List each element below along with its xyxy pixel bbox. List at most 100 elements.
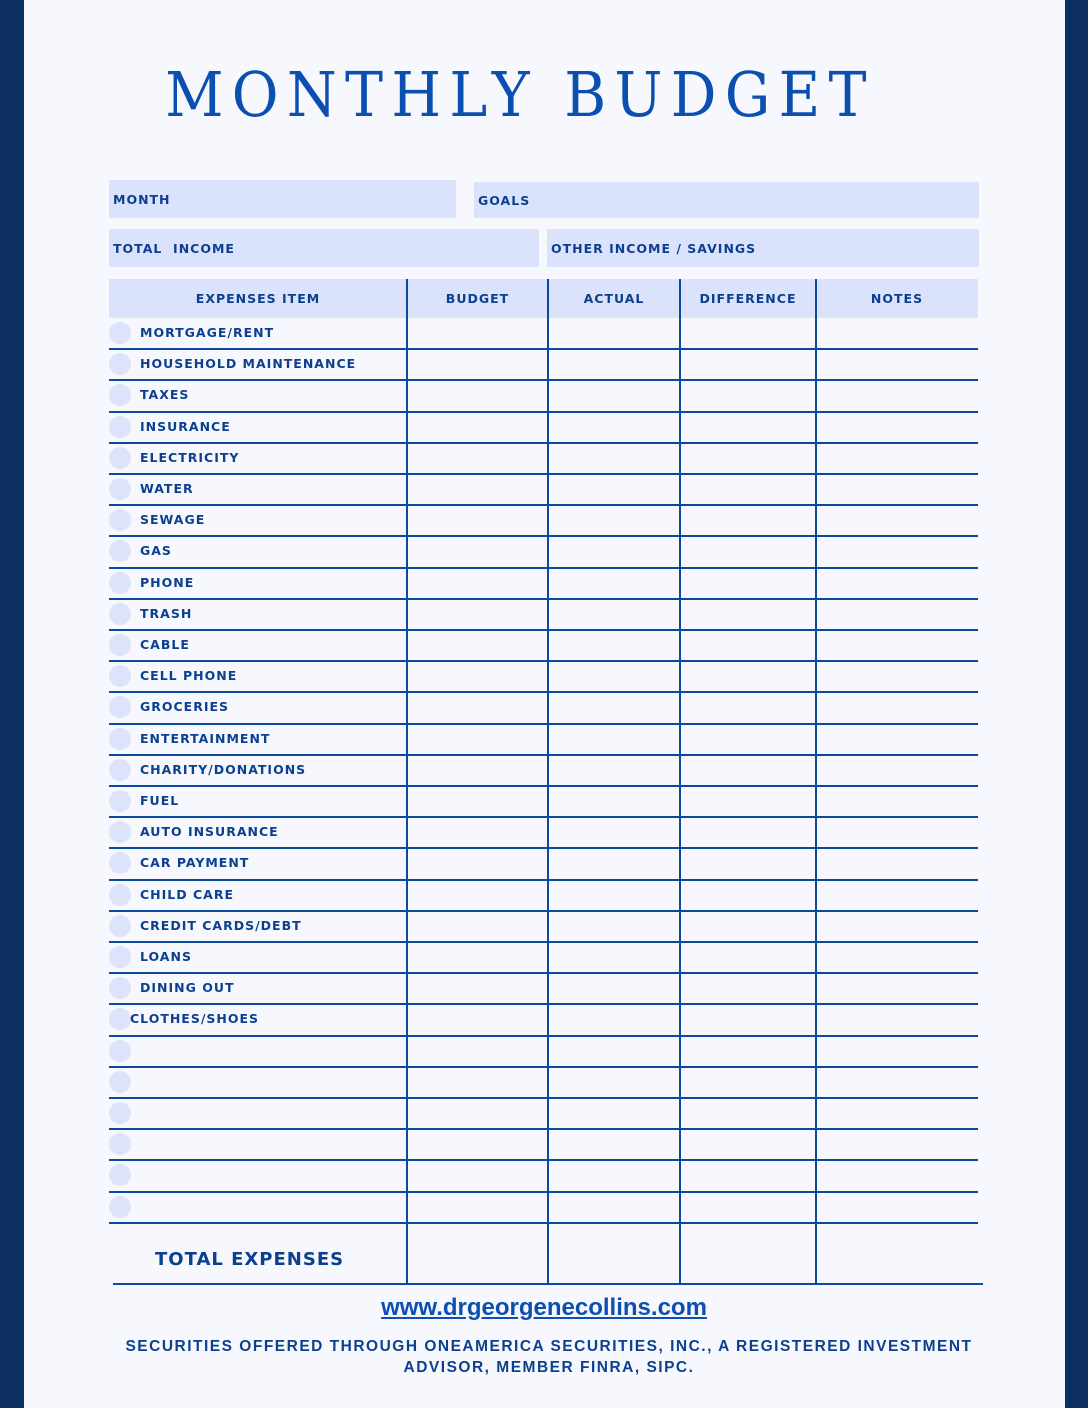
- table-cell-actual[interactable]: [548, 536, 680, 567]
- table-cell-actual[interactable]: [548, 505, 680, 536]
- table-cell-budget[interactable]: [407, 443, 548, 474]
- table-cell-budget[interactable]: [407, 1129, 548, 1160]
- table-cell-budget[interactable]: [407, 505, 548, 536]
- table-cell-budget[interactable]: [407, 568, 548, 599]
- table-cell-notes[interactable]: [816, 692, 978, 723]
- table-cell-difference[interactable]: [680, 880, 816, 911]
- table-cell-actual[interactable]: [548, 661, 680, 692]
- table-cell-notes[interactable]: [816, 599, 978, 630]
- table-cell-actual[interactable]: [548, 1160, 680, 1191]
- table-cell-difference[interactable]: [680, 786, 816, 817]
- table-cell-notes[interactable]: [816, 1129, 978, 1160]
- table-cell-budget[interactable]: [407, 1098, 548, 1129]
- table-cell-difference[interactable]: [680, 349, 816, 380]
- table-cell-notes[interactable]: [816, 505, 978, 536]
- table-cell-notes[interactable]: [816, 1067, 978, 1098]
- table-cell-actual[interactable]: [548, 318, 680, 349]
- month-field[interactable]: MONTH: [109, 180, 456, 218]
- table-cell-difference[interactable]: [680, 1160, 816, 1191]
- table-cell-notes[interactable]: [816, 412, 978, 443]
- row-checkbox-icon[interactable]: [109, 571, 131, 594]
- table-cell-budget[interactable]: [407, 724, 548, 755]
- table-cell-actual[interactable]: [548, 880, 680, 911]
- row-checkbox-icon[interactable]: [109, 946, 131, 968]
- table-cell-budget[interactable]: [407, 1067, 548, 1098]
- table-cell-notes[interactable]: [816, 911, 978, 942]
- table-cell-difference[interactable]: [680, 443, 816, 474]
- row-checkbox-icon[interactable]: [109, 1070, 131, 1093]
- table-cell-budget[interactable]: [407, 692, 548, 723]
- table-cell-actual[interactable]: [548, 692, 680, 723]
- table-cell-budget[interactable]: [407, 911, 548, 942]
- table-cell-budget[interactable]: [407, 412, 548, 443]
- table-cell-notes[interactable]: [816, 942, 978, 973]
- table-cell-budget[interactable]: [407, 942, 548, 973]
- other-income-field[interactable]: OTHER INCOME / SAVINGS: [547, 229, 979, 267]
- table-cell-budget[interactable]: [407, 380, 548, 411]
- table-cell-budget[interactable]: [407, 536, 548, 567]
- table-cell-actual[interactable]: [548, 474, 680, 505]
- row-checkbox-icon[interactable]: [109, 322, 131, 344]
- row-checkbox-icon[interactable]: [109, 602, 131, 625]
- table-cell-budget[interactable]: [407, 1036, 548, 1067]
- table-cell-difference[interactable]: [680, 692, 816, 723]
- table-cell-difference[interactable]: [680, 1098, 816, 1129]
- table-cell-difference[interactable]: [680, 536, 816, 567]
- table-cell-difference[interactable]: [680, 505, 816, 536]
- table-cell-notes[interactable]: [816, 568, 978, 599]
- table-cell-notes[interactable]: [816, 474, 978, 505]
- row-checkbox-icon[interactable]: [109, 1195, 131, 1218]
- table-cell-actual[interactable]: [548, 568, 680, 599]
- table-cell-actual[interactable]: [548, 1098, 680, 1129]
- table-cell-budget[interactable]: [407, 318, 548, 349]
- row-checkbox-icon[interactable]: [109, 727, 131, 750]
- table-cell-notes[interactable]: [816, 661, 978, 692]
- table-cell-budget[interactable]: [407, 973, 548, 1004]
- table-cell-budget[interactable]: [407, 1160, 548, 1191]
- table-cell-budget[interactable]: [407, 817, 548, 848]
- table-cell-actual[interactable]: [548, 1067, 680, 1098]
- table-cell-notes[interactable]: [816, 848, 978, 879]
- row-checkbox-icon[interactable]: [109, 1039, 131, 1062]
- table-cell-difference[interactable]: [680, 911, 816, 942]
- table-cell-notes[interactable]: [816, 380, 978, 411]
- table-cell-difference[interactable]: [680, 568, 816, 599]
- total-cell-budget[interactable]: [407, 1223, 548, 1283]
- table-cell-budget[interactable]: [407, 474, 548, 505]
- table-cell-actual[interactable]: [548, 911, 680, 942]
- table-cell-notes[interactable]: [816, 318, 978, 349]
- row-checkbox-icon[interactable]: [109, 758, 131, 781]
- table-cell-notes[interactable]: [816, 880, 978, 911]
- table-cell-notes[interactable]: [816, 536, 978, 567]
- row-checkbox-icon[interactable]: [109, 914, 131, 937]
- table-cell-difference[interactable]: [680, 474, 816, 505]
- table-cell-actual[interactable]: [548, 724, 680, 755]
- table-cell-budget[interactable]: [407, 1192, 548, 1223]
- table-cell-budget[interactable]: [407, 755, 548, 786]
- table-cell-actual[interactable]: [548, 443, 680, 474]
- table-cell-notes[interactable]: [816, 973, 978, 1004]
- row-checkbox-icon[interactable]: [109, 478, 131, 500]
- table-cell-budget[interactable]: [407, 349, 548, 380]
- table-cell-actual[interactable]: [548, 1192, 680, 1223]
- table-cell-actual[interactable]: [548, 1036, 680, 1067]
- table-cell-difference[interactable]: [680, 755, 816, 786]
- table-cell-notes[interactable]: [816, 1160, 978, 1191]
- table-cell-difference[interactable]: [680, 1129, 816, 1160]
- table-cell-actual[interactable]: [548, 942, 680, 973]
- table-cell-budget[interactable]: [407, 599, 548, 630]
- table-cell-actual[interactable]: [548, 1004, 680, 1035]
- table-cell-difference[interactable]: [680, 412, 816, 443]
- row-checkbox-icon[interactable]: [109, 446, 131, 469]
- table-cell-actual[interactable]: [548, 380, 680, 411]
- table-cell-actual[interactable]: [548, 817, 680, 848]
- table-cell-notes[interactable]: [816, 1036, 978, 1067]
- table-cell-difference[interactable]: [680, 599, 816, 630]
- table-cell-notes[interactable]: [816, 755, 978, 786]
- table-cell-difference[interactable]: [680, 817, 816, 848]
- table-cell-notes[interactable]: [816, 630, 978, 661]
- table-cell-actual[interactable]: [548, 755, 680, 786]
- table-cell-budget[interactable]: [407, 848, 548, 879]
- table-cell-budget[interactable]: [407, 786, 548, 817]
- table-cell-actual[interactable]: [548, 848, 680, 879]
